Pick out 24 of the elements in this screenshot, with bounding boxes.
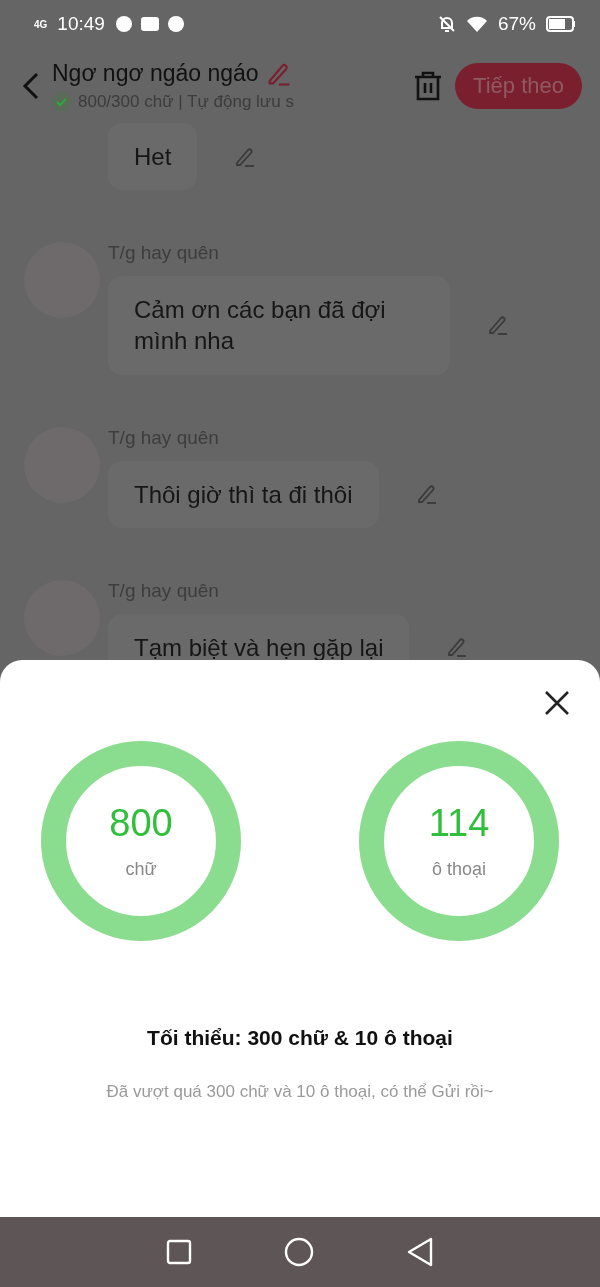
home-circle-icon[interactable] — [284, 1237, 314, 1267]
story-title: Ngơ ngơ ngáo ngáo — [52, 60, 259, 87]
stat-unit: ô thoại — [431, 859, 486, 880]
pencil-icon[interactable] — [486, 313, 510, 338]
battery-percent: 67% — [497, 13, 536, 35]
clock-time: 10:49 — [57, 13, 105, 35]
minimum-requirement: Tối thiểu: 300 chữ & 10 ô thoại — [147, 1026, 453, 1050]
message-bubble: Tạm biệt và hẹn gặp lại — [108, 613, 410, 660]
back-icon[interactable] — [22, 71, 40, 100]
back-triangle-icon[interactable] — [406, 1237, 434, 1267]
stat-value: 800 — [109, 802, 173, 845]
square-icon[interactable] — [166, 1239, 192, 1265]
message-bubble: Het — [108, 123, 198, 191]
battery-icon — [546, 16, 576, 32]
message-bubble: Thôi giờ thì ta đi thôi — [108, 460, 379, 528]
network-type: 4G — [34, 18, 48, 30]
trash-icon[interactable] — [413, 69, 444, 102]
stat-value: 114 — [428, 802, 490, 845]
bell-off-icon — [437, 15, 456, 33]
stat-unit: chữ — [125, 859, 157, 880]
next-button[interactable]: Tiếp theo — [455, 62, 582, 109]
wifi-icon — [465, 15, 488, 33]
message-bubble: Cảm ơn các bạn đã đợi mình nha — [108, 276, 450, 375]
requirement-note: Đã vượt quá 300 chữ và 10 ô thoại, có thể Gửi rồi~ — [106, 1082, 494, 1102]
